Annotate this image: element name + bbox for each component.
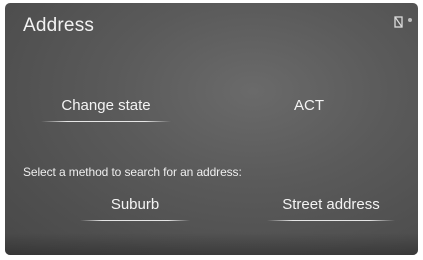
street-address-underline (267, 220, 395, 221)
page-title: Address (23, 15, 95, 36)
signal-status-icon (394, 16, 403, 28)
suburb-label: Suburb (110, 196, 160, 213)
suburb-button[interactable]: Suburb (80, 196, 190, 221)
address-screen: Address Change state ACT Select a method… (5, 3, 418, 255)
selected-state-value: ACT (294, 97, 324, 114)
street-address-button[interactable]: Street address (267, 196, 395, 221)
change-state-button[interactable]: Change state (41, 97, 171, 122)
change-state-underline (41, 121, 171, 122)
street-address-label: Street address (282, 196, 380, 213)
suburb-underline (80, 220, 190, 221)
status-indicator-icon (408, 18, 412, 22)
search-method-prompt: Select a method to search for an address… (23, 165, 242, 179)
change-state-label: Change state (61, 97, 151, 114)
